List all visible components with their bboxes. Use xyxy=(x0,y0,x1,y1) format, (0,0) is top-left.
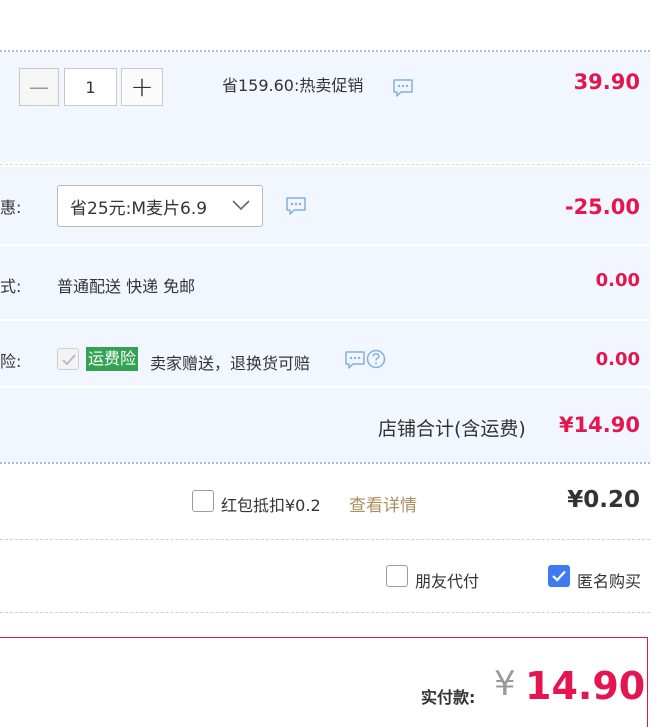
section-divider xyxy=(0,612,650,613)
checkmark-icon xyxy=(552,570,566,582)
top-strip xyxy=(0,0,668,50)
quantity-increase-button[interactable]: + xyxy=(121,68,163,106)
red-packet-checkbox[interactable] xyxy=(192,490,214,512)
quantity-input[interactable] xyxy=(64,68,117,106)
red-packet-amount: ¥0.20 xyxy=(567,487,640,513)
plus-icon: + xyxy=(130,70,154,103)
item-price: 39.90 xyxy=(573,70,640,94)
help-icon[interactable] xyxy=(366,349,386,369)
payment-label: 实付款: xyxy=(421,688,476,707)
chevron-down-icon xyxy=(232,200,250,211)
row-separator xyxy=(0,244,650,246)
discount-label: 惠: xyxy=(0,198,22,217)
discount-select[interactable]: 省25元:M麦片6.9 xyxy=(57,185,263,227)
friend-pay-label: 朋友代付 xyxy=(415,572,480,591)
shipping-amount: 0.00 xyxy=(595,270,640,291)
insurance-badge: 运费险 xyxy=(86,347,139,371)
chat-icon[interactable] xyxy=(285,196,307,216)
chat-icon[interactable] xyxy=(392,78,414,98)
row-separator xyxy=(0,319,650,321)
discount-amount: -25.00 xyxy=(564,195,640,219)
payment-currency: ¥ xyxy=(494,664,516,704)
checkmark-icon xyxy=(62,354,76,366)
row-separator xyxy=(0,386,650,388)
chat-icon[interactable] xyxy=(344,350,366,370)
item-promo-text: 省159.60:热卖促销 xyxy=(222,76,364,95)
shipping-method: 普通配送 快递 免邮 xyxy=(57,277,196,296)
insurance-amount: 0.00 xyxy=(595,349,640,370)
store-total-amount: ¥14.90 xyxy=(558,413,640,437)
red-packet-label: 红包抵扣¥0.2 xyxy=(221,496,321,515)
section-divider xyxy=(0,462,650,464)
payment-amount: 14.90 xyxy=(525,664,646,708)
shipping-label: 式: xyxy=(0,277,22,296)
section-divider xyxy=(0,539,650,540)
quantity-decrease-button[interactable]: — xyxy=(19,68,59,106)
item-divider xyxy=(0,164,650,165)
friend-pay-checkbox[interactable] xyxy=(386,565,408,587)
insurance-description: 卖家赠送，退换货可赔 xyxy=(150,354,311,373)
anonymous-label: 匿名购买 xyxy=(577,572,642,591)
insurance-label: 险: xyxy=(0,352,22,371)
store-total-label: 店铺合计(含运费) xyxy=(378,418,526,440)
insurance-checkbox xyxy=(57,348,79,370)
discount-selected-option: 省25元:M麦片6.9 xyxy=(70,198,208,219)
anonymous-checkbox[interactable] xyxy=(548,565,570,587)
minus-icon: — xyxy=(29,75,49,99)
red-packet-details-link[interactable]: 查看详情 xyxy=(349,491,417,516)
